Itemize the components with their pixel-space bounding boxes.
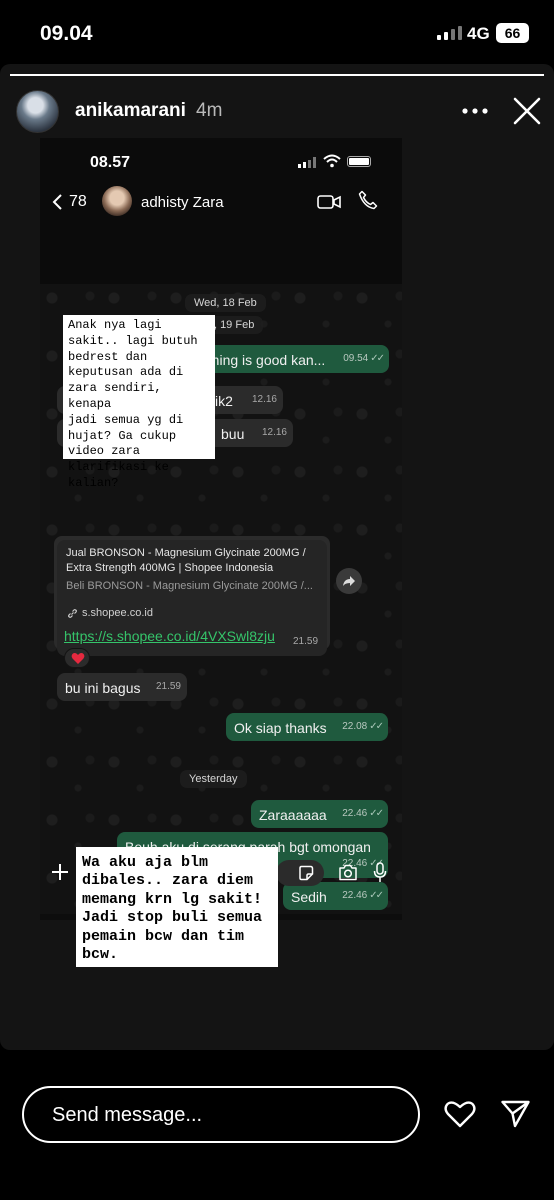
outgoing-message[interactable]: Zaraaaaaa 22.46 ✓✓ (251, 800, 388, 828)
message-time: 12.16 (261, 427, 287, 438)
wifi-icon (323, 154, 341, 168)
chevron-left-icon (52, 194, 62, 210)
message-text: buu (221, 426, 245, 442)
story-progress-bar (10, 74, 544, 76)
link-icon (68, 609, 77, 618)
date-label: Yesterday (180, 770, 247, 788)
contact-avatar (102, 186, 132, 216)
contact-name: adhisty Zara (141, 194, 224, 211)
unread-count: 78 (69, 193, 87, 210)
share-icon (343, 576, 355, 586)
heart-reaction-icon (71, 653, 85, 664)
message-time: 22.46 ✓✓ (342, 890, 384, 901)
microphone-icon (373, 862, 387, 882)
camera-icon (339, 864, 357, 881)
story-username[interactable]: anikamarani (75, 100, 186, 122)
caption-note-top: Anak nya lagi sakit.. lagi butuh bedrest… (63, 315, 215, 490)
date-label: Wed, 18 Feb (185, 294, 266, 312)
send-icon[interactable] (500, 1098, 531, 1129)
video-call-icon (317, 195, 341, 209)
network-type: 4G (467, 24, 490, 43)
phone-icon (358, 190, 378, 210)
battery-icon: 66 (496, 23, 529, 43)
story-progress-fill (10, 74, 544, 76)
message-text: Sedih (291, 889, 327, 905)
send-message-placeholder: Send message... (52, 1104, 203, 1126)
signal-icon (437, 26, 463, 40)
message-time: 22.46 ✓✓ (342, 808, 384, 819)
message-time: 22.08 ✓✓ (342, 721, 384, 732)
avatar[interactable] (16, 90, 59, 133)
link-url[interactable]: https://s.shopee.co.id/4VXSwl8zju (64, 628, 275, 644)
outgoing-message[interactable]: Ok siap thanks 22.08 ✓✓ (226, 713, 388, 741)
send-message-input[interactable]: Send message... (22, 1086, 420, 1143)
caption-note-bottom: Wa aku aja blm dibales.. zara diem meman… (76, 847, 278, 967)
status-time: 09.04 (40, 22, 93, 45)
screenshot-status-time: 08.57 (90, 154, 131, 171)
incoming-message[interactable]: bu ini bagus 21.59 (57, 673, 187, 701)
heart-icon[interactable] (444, 1100, 476, 1128)
outgoing-message[interactable]: Sedih 22.46 ✓✓ (283, 882, 388, 910)
message-text: Ok siap thanks (234, 720, 327, 736)
forward-button[interactable] (336, 568, 362, 594)
more-horizontal-icon[interactable] (460, 101, 490, 121)
message-time: 21.59 (155, 681, 181, 692)
story-time: 4m (196, 100, 223, 121)
link-preview-title: Jual BRONSON - Magnesium Glycinate 200MG… (66, 547, 306, 574)
close-icon[interactable] (510, 94, 544, 128)
screenshot-battery-icon (347, 156, 371, 167)
sticker-icon (299, 865, 314, 881)
reaction-badge[interactable] (64, 648, 90, 668)
message-text: bu ini bagus (65, 680, 141, 696)
message-time: 21.59 (293, 636, 319, 647)
back-button[interactable]: 78 (52, 193, 87, 211)
message-text: ik2 (215, 393, 233, 409)
message-time: 12.16 (251, 394, 277, 405)
link-preview-description: Beli BRONSON - Magnesium Glycinate 200MG… (66, 580, 313, 592)
screenshot-signal-icon (298, 157, 318, 168)
message-time: 09.54 ✓✓ (343, 353, 385, 364)
link-preview-domain: s.shopee.co.id (82, 607, 153, 619)
plus-icon (52, 864, 68, 880)
message-text: Zaraaaaaa (259, 807, 327, 823)
chat-screenshot: 08.57 78 adhisty Zara Wed, 18 Feb Thu, 1… (40, 138, 402, 920)
